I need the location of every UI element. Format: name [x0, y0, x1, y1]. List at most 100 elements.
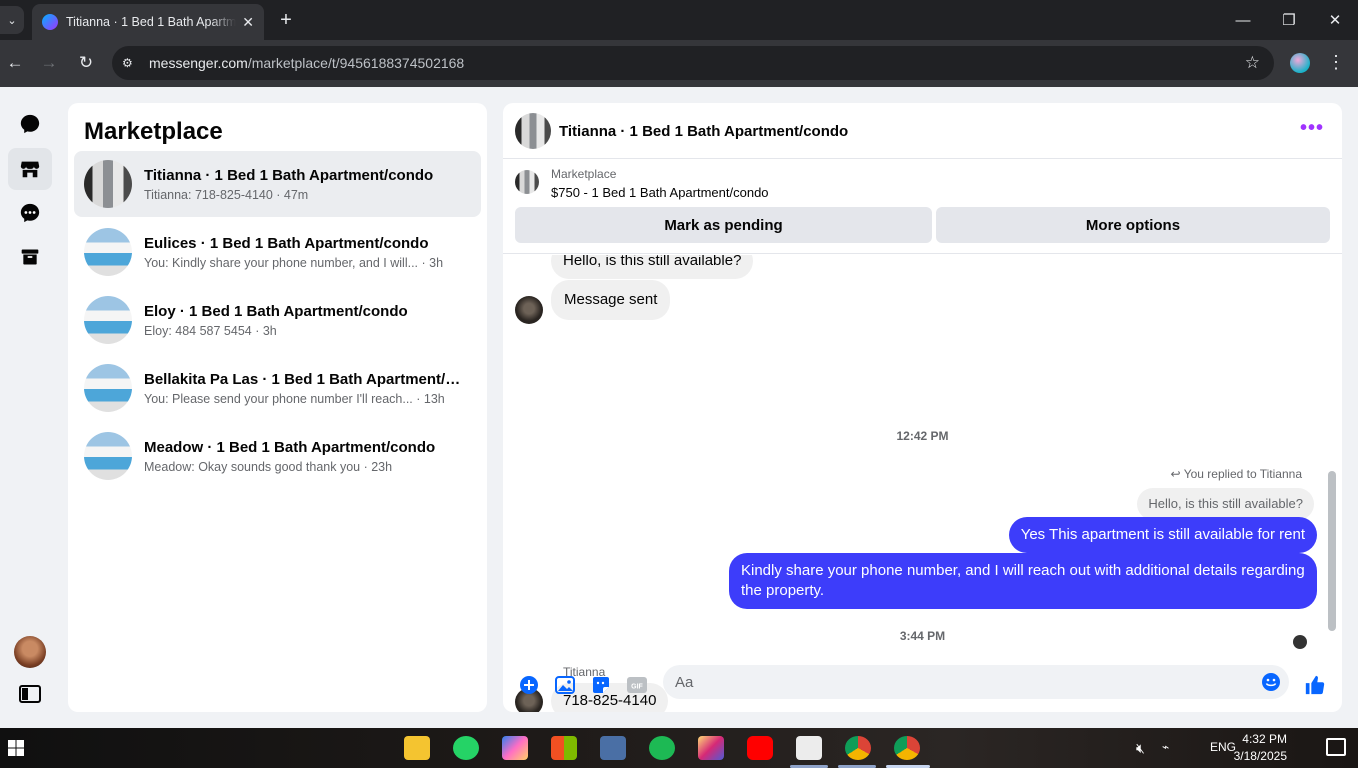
site-info-icon[interactable]: ⚙ — [122, 56, 138, 70]
conversation-name: Meadow · 1 Bed 1 Bath Apartment/condo — [144, 438, 436, 456]
conversation-preview: Meadow: Okay sounds good thank you · 23h — [144, 459, 393, 474]
forward-icon[interactable]: → — [36, 50, 62, 76]
browser-tab-bar: ⌄ Titianna · 1 Bed 1 Bath Apartment/cond… — [0, 0, 1358, 40]
chat-header: Titianna · 1 Bed 1 Bath Apartment/condo … — [503, 103, 1342, 159]
microsoft-store-icon[interactable] — [551, 736, 577, 760]
conversation-name: Eloy · 1 Bed 1 Bath Apartment/condo — [144, 302, 408, 320]
svg-text:GIF: GIF — [631, 684, 643, 691]
chrome-icon[interactable] — [845, 736, 871, 760]
reload-icon[interactable]: ↻ — [73, 50, 99, 76]
like-thumbs-up-icon[interactable] — [1303, 673, 1327, 697]
close-window-icon[interactable]: ✕ — [1323, 8, 1347, 32]
browser-toolbar: ← → ↻ ⚙ messenger.com/marketplace/t/9456… — [0, 40, 1358, 87]
reply-note: ↩ You replied to Titianna — [1170, 467, 1302, 481]
conversation-name: Eulices · 1 Bed 1 Bath Apartment/condo — [144, 234, 429, 252]
back-icon[interactable]: ← — [2, 50, 28, 76]
listing-thumbnail[interactable] — [515, 170, 539, 194]
conversation-list: Marketplace Titianna · 1 Bed 1 Bath Apar… — [68, 103, 487, 712]
timestamp: 12:42 PM — [896, 429, 949, 443]
listing-thumbnail — [84, 364, 132, 412]
message-input-box[interactable] — [663, 665, 1289, 699]
contact-avatar — [515, 296, 543, 324]
copilot-icon[interactable] — [502, 736, 528, 760]
listing-thumbnail — [84, 160, 132, 208]
new-tab-button[interactable]: + — [274, 8, 298, 32]
conversation-item[interactable]: Meadow · 1 Bed 1 Bath Apartment/condo Me… — [74, 423, 481, 489]
more-options-button[interactable]: More options — [936, 207, 1330, 243]
left-rail — [0, 87, 60, 728]
messenger-favicon-icon — [42, 14, 58, 30]
language-indicator[interactable]: ENG — [1210, 740, 1236, 754]
tab-search-button[interactable]: ⌄ — [0, 6, 24, 34]
message-bubble: Hello, is this still available? — [551, 255, 754, 279]
windows-taskbar: 🔇︎ ⌁ ENG 4:32 PM 3/18/2025 — [0, 728, 1358, 768]
marketplace-icon[interactable] — [8, 148, 52, 190]
bookmark-star-icon[interactable]: ☆ — [1245, 53, 1260, 73]
browser-tab[interactable]: Titianna · 1 Bed 1 Bath Apartment/condo … — [32, 4, 264, 40]
network-icon[interactable]: ⌁ — [1162, 740, 1169, 754]
messenger-page: Marketplace Titianna · 1 Bed 1 Bath Apar… — [0, 87, 1358, 728]
message-requests-icon[interactable] — [8, 192, 52, 234]
toggle-sidebar-icon[interactable] — [8, 673, 52, 715]
chats-icon[interactable] — [8, 103, 52, 145]
clock-date: 3/18/2025 — [1233, 749, 1287, 763]
quoted-message: Hello, is this still available? — [1137, 488, 1314, 520]
conversation-preview: You: Please send your phone number I'll … — [144, 391, 445, 406]
timestamp: 3:44 PM — [899, 629, 946, 643]
reply-icon: ↩ — [1170, 467, 1184, 481]
restore-icon[interactable]: ❐ — [1277, 8, 1301, 32]
marketplace-label: Marketplace — [551, 167, 617, 181]
message-bubble: Kindly share your phone number, and I wi… — [729, 553, 1317, 609]
whatsapp-icon[interactable] — [453, 736, 479, 760]
notifications-icon[interactable] — [1326, 738, 1346, 756]
minimize-icon[interactable]: — — [1231, 8, 1255, 32]
more-icon[interactable]: ••• — [1300, 117, 1324, 140]
emoji-icon[interactable] — [1261, 672, 1281, 697]
photo-icon[interactable] — [553, 673, 577, 697]
sticker-icon[interactable] — [589, 673, 613, 697]
listing-price-title[interactable]: $750 - 1 Bed 1 Bath Apartment/condo — [551, 185, 769, 200]
close-tab-icon[interactable]: ✕ — [242, 14, 254, 31]
archive-icon[interactable] — [8, 236, 52, 278]
windows-start-icon[interactable] — [8, 740, 24, 761]
tab-title: Titianna · 1 Bed 1 Bath Apartment/condo — [66, 15, 237, 29]
url-text: messenger.com/marketplace/t/945618837450… — [149, 55, 465, 71]
browser-menu-icon[interactable]: ⋮ — [1326, 52, 1346, 73]
seen-indicator — [1293, 635, 1307, 649]
conversation-preview: You: Kindly share your phone number, and… — [144, 255, 444, 270]
conversation-name: Titianna · 1 Bed 1 Bath Apartment/condo — [144, 166, 434, 184]
scrollbar-thumb[interactable] — [1328, 471, 1336, 631]
message-thread: Hello, is this still available? Message … — [503, 255, 1342, 653]
conversation-item[interactable]: Titianna · 1 Bed 1 Bath Apartment/condo … — [74, 151, 481, 217]
plus-icon[interactable] — [517, 673, 541, 697]
volume-muted-icon[interactable]: 🔇︎ — [1136, 740, 1145, 757]
chat-scrollbar[interactable] — [1328, 365, 1336, 635]
message-bubble: Message sent — [551, 280, 671, 320]
conversation-item[interactable]: Eulices · 1 Bed 1 Bath Apartment/condo Y… — [74, 219, 481, 285]
chat-title[interactable]: Titianna · 1 Bed 1 Bath Apartment/condo — [559, 123, 848, 140]
file-explorer-icon[interactable] — [404, 736, 430, 760]
youtube-icon[interactable] — [747, 736, 773, 760]
profile-avatar-icon[interactable] — [1290, 53, 1310, 73]
address-bar[interactable]: ⚙ messenger.com/marketplace/t/9456188374… — [112, 46, 1274, 80]
listing-thumbnail — [84, 296, 132, 344]
chat-avatar[interactable] — [515, 113, 551, 149]
conversation-item[interactable]: Eloy · 1 Bed 1 Bath Apartment/condo Eloy… — [74, 287, 481, 353]
instagram-icon[interactable] — [698, 736, 724, 760]
chrome-profile-icon[interactable] — [894, 736, 920, 760]
message-bubble: Yes This apartment is still available fo… — [1008, 517, 1317, 553]
conversation-item[interactable]: Bellakita Pa Las · 1 Bed 1 Bath Apartmen… — [74, 355, 481, 421]
mark-as-pending-button[interactable]: Mark as pending — [515, 207, 932, 243]
photoshop-icon[interactable] — [600, 736, 626, 760]
clock-time: 4:32 PM — [1242, 732, 1287, 746]
chat-panel: Titianna · 1 Bed 1 Bath Apartment/condo … — [503, 103, 1342, 712]
system-clock[interactable]: 4:32 PM 3/18/2025 — [1234, 731, 1287, 765]
user-avatar[interactable] — [14, 636, 46, 668]
gif-icon[interactable]: GIF — [625, 673, 649, 697]
paint-icon[interactable] — [796, 736, 822, 760]
conversation-preview: Titianna: 718-825-4140 · 47m — [144, 187, 309, 202]
message-input[interactable] — [663, 665, 1243, 699]
spotify-icon[interactable] — [649, 736, 675, 760]
conversation-name: Bellakita Pa Las · 1 Bed 1 Bath Apartmen… — [144, 370, 464, 388]
conversation-preview: Eloy: 484 587 5454 · 3h — [144, 323, 277, 338]
